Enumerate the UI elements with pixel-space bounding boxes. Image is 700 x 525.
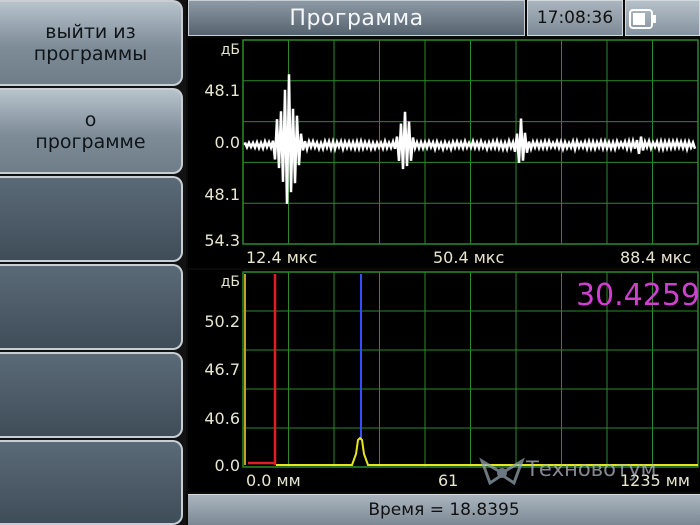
battery-indicator — [625, 0, 700, 36]
y-unit-label: дБ — [220, 274, 240, 290]
page-title: Программа — [188, 0, 525, 36]
clock-time: 17:08:36 — [536, 8, 614, 28]
waveform-plot — [242, 39, 699, 245]
about-program-label: о программе — [35, 109, 146, 153]
y-tick-label: 40.6 — [204, 409, 240, 428]
x-tick-label: 12.4 мкс — [246, 248, 318, 267]
softkey-6[interactable] — [0, 440, 183, 525]
x-tick-label: 61 — [438, 471, 459, 490]
y-tick-label: 0.0 — [214, 133, 240, 152]
battery-icon — [629, 9, 656, 29]
softkey-4[interactable] — [0, 264, 183, 350]
y-tick-label: 48.1 — [204, 185, 240, 204]
x-tick-label: 50.4 мкс — [433, 248, 505, 267]
envelope-trace — [276, 436, 698, 466]
softkey-5[interactable] — [0, 352, 183, 438]
envelope-panel: дБ 50.2 46.7 40.6 0.0 0.0 мм 61 1235 мм … — [188, 270, 700, 492]
exit-program-label: выйти из программы — [33, 21, 148, 65]
y-tick-label: 54.3 — [204, 231, 240, 250]
y-tick-label: 46.7 — [204, 360, 240, 379]
x-tick-label: 88.4 мкс — [620, 248, 692, 267]
status-bar: Время = 18.8395 — [188, 494, 700, 525]
clock: 17:08:36 — [527, 0, 623, 36]
page-title-text: Программа — [289, 5, 424, 31]
y-tick-label: 50.2 — [204, 312, 240, 331]
x-tick-label: 0.0 мм — [246, 471, 301, 490]
x-tick-label: 1235 мм — [620, 471, 690, 490]
waveform-panel: дБ 48.1 0.0 48.1 54.3 12.4 мкс 50.4 мкс … — [188, 38, 700, 268]
y-tick-label: 48.1 — [204, 81, 240, 100]
softkey-3[interactable] — [0, 176, 183, 262]
y-unit-label: дБ — [220, 42, 240, 58]
exit-program-button[interactable]: выйти из программы — [0, 0, 183, 86]
time-readout: Время = 18.8395 — [368, 500, 520, 520]
softkey-column: выйти из программы о программе — [0, 0, 186, 525]
about-program-button[interactable]: о программе — [0, 88, 183, 174]
amplitude-readout: 30.4259 — [575, 278, 700, 313]
y-tick-label: 0.0 — [214, 456, 240, 475]
